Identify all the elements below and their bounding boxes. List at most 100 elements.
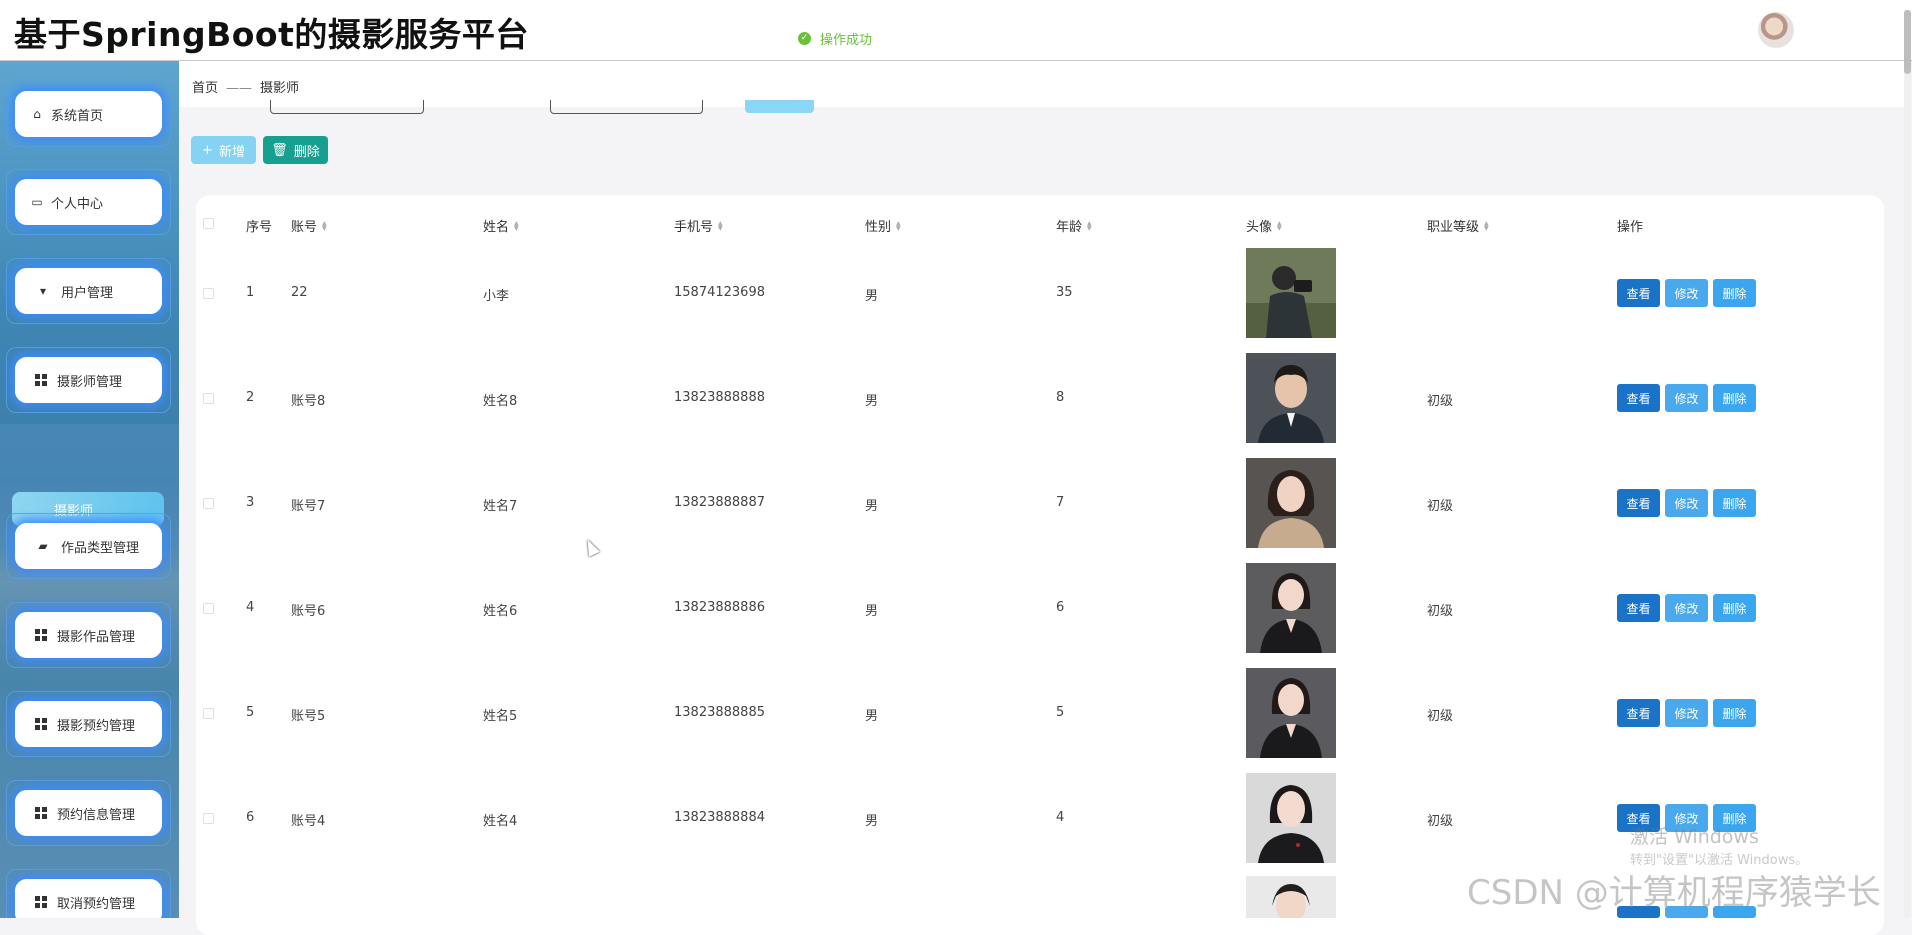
cell-level: 初级 [1427, 604, 1454, 619]
search-input-name[interactable] [550, 100, 703, 114]
grid-icon [35, 629, 47, 641]
edit-button[interactable]: 修改 [1665, 489, 1708, 517]
sort-icon[interactable]: ▲ ▼ [1484, 220, 1489, 231]
column-header-avatar[interactable]: 头像 ▲ ▼ [1246, 216, 1282, 235]
grid-icon [35, 896, 47, 908]
breadcrumb-separator: —— [226, 81, 253, 96]
user-icon: ▾ [39, 284, 47, 298]
row-checkbox[interactable] [203, 288, 214, 299]
home-icon: ⌂ [33, 107, 41, 121]
cell-gender: 男 [865, 814, 879, 829]
sidebar-item-home[interactable]: ⌂ 系统首页 [6, 81, 171, 147]
cell-gender: 男 [865, 289, 879, 304]
windows-activation-watermark: 激活 Windows [1630, 826, 1759, 848]
delete-button[interactable]: 删除 [1713, 489, 1756, 517]
cell-level: 初级 [1427, 499, 1454, 514]
cell-account: 账号4 [291, 814, 326, 829]
profile-icon: ▭ [31, 195, 43, 209]
sort-icon[interactable]: ▲ ▼ [514, 220, 519, 231]
column-header-actions: 操作 [1617, 220, 1644, 235]
cell-account: 账号8 [291, 394, 326, 409]
cell-age: 8 [1056, 390, 1065, 405]
row-checkbox[interactable] [203, 498, 214, 509]
avatar-photo [1246, 563, 1336, 653]
cell-name: 姓名4 [483, 814, 518, 829]
cell-index: 2 [246, 390, 255, 405]
cell-index: 6 [246, 810, 255, 825]
avatar-photo [1246, 458, 1336, 548]
cell-name: 姓名7 [483, 499, 518, 514]
sidebar-item-appointments[interactable]: 摄影预约管理 [6, 691, 171, 757]
select-all-checkbox[interactable] [203, 218, 214, 229]
page-scrollbar[interactable] [1904, 10, 1911, 918]
sidebar-item-photographer-mgmt[interactable]: 摄影师管理 [6, 347, 171, 413]
row-checkbox[interactable] [203, 813, 214, 824]
check-circle-icon: ✓ [798, 32, 811, 45]
folder-icon: ▰ [38, 539, 48, 553]
top-header: 基于SpringBoot的摄影服务平台 ✓ 操作成功 [0, 0, 1912, 61]
edit-button[interactable]: 修改 [1665, 699, 1708, 727]
breadcrumb-current: 摄影师 [260, 81, 300, 96]
sidebar-item-profile[interactable]: ▭ 个人中心 [6, 169, 171, 235]
cell-level: 初级 [1427, 814, 1454, 829]
delete-button[interactable]: 删除 [1713, 384, 1756, 412]
user-avatar[interactable] [1758, 12, 1794, 48]
sidebar-item-cancel-appointments[interactable]: 取消预约管理 [6, 869, 171, 918]
search-input-account[interactable] [270, 100, 424, 114]
sidebar-item-label: 用户管理 [61, 285, 114, 301]
batch-delete-button[interactable]: 🗑 删除 [263, 136, 328, 164]
trash-icon: 🗑 [271, 142, 288, 158]
sidebar-item-works[interactable]: 摄影作品管理 [6, 602, 171, 668]
grid-icon [35, 718, 47, 730]
cell-gender: 男 [865, 604, 879, 619]
app-title: 基于SpringBoot的摄影服务平台 [14, 15, 529, 54]
column-header-name[interactable]: 姓名 ▲ ▼ [483, 216, 519, 235]
view-button[interactable]: 查看 [1617, 594, 1660, 622]
column-header-age[interactable]: 年龄 ▲ ▼ [1056, 216, 1092, 235]
add-button[interactable]: + 新增 [191, 136, 256, 164]
column-header-level[interactable]: 职业等级 ▲ ▼ [1427, 216, 1489, 235]
avatar-photo [1246, 248, 1336, 338]
sidebar-item-label: 摄影师管理 [57, 374, 123, 390]
delete-button[interactable]: 删除 [1713, 279, 1756, 307]
sidebar-item-label: 预约信息管理 [57, 807, 136, 823]
edit-button[interactable]: 修改 [1665, 594, 1708, 622]
sort-icon[interactable]: ▲ ▼ [896, 220, 901, 231]
sort-icon[interactable]: ▲ ▼ [322, 220, 327, 231]
column-header-gender[interactable]: 性别 ▲ ▼ [865, 216, 901, 235]
cell-account: 账号7 [291, 499, 326, 514]
cell-gender: 男 [865, 709, 879, 724]
scrollbar-thumb[interactable] [1904, 10, 1911, 74]
success-toast: ✓ 操作成功 [798, 29, 872, 48]
view-button[interactable]: 查看 [1617, 699, 1660, 727]
row-checkbox[interactable] [203, 603, 214, 614]
cell-index: 1 [246, 285, 255, 300]
sidebar-item-appointment-info[interactable]: 预约信息管理 [6, 780, 171, 846]
delete-button[interactable]: 删除 [1713, 699, 1756, 727]
sort-icon[interactable]: ▲ ▼ [1277, 220, 1282, 231]
cell-level: 初级 [1427, 394, 1454, 409]
cell-name: 姓名5 [483, 709, 518, 724]
view-button[interactable]: 查看 [1617, 279, 1660, 307]
column-header-phone[interactable]: 手机号 ▲ ▼ [674, 216, 723, 235]
row-checkbox[interactable] [203, 708, 214, 719]
view-button[interactable]: 查看 [1617, 384, 1660, 412]
sidebar-item-users[interactable]: ▾ 用户管理 [6, 258, 171, 324]
sort-icon[interactable]: ▲ ▼ [1087, 220, 1092, 231]
sort-icon[interactable]: ▲ ▼ [718, 220, 723, 231]
delete-button[interactable]: 删除 [1713, 594, 1756, 622]
cell-age: 6 [1056, 600, 1065, 615]
view-button[interactable]: 查看 [1617, 489, 1660, 517]
sidebar-item-work-types[interactable]: ▰ 作品类型管理 [6, 513, 171, 579]
cell-age: 4 [1056, 810, 1065, 825]
row-checkbox[interactable] [203, 393, 214, 404]
cell-account: 账号6 [291, 604, 326, 619]
breadcrumb-home[interactable]: 首页 [192, 81, 218, 96]
edit-button[interactable]: 修改 [1665, 384, 1708, 412]
cell-phone: 13823888888 [674, 390, 765, 405]
column-header-account[interactable]: 账号 ▲ ▼ [291, 216, 327, 235]
avatar-photo [1246, 353, 1336, 443]
edit-button[interactable]: 修改 [1665, 279, 1708, 307]
search-button[interactable] [745, 100, 814, 113]
toast-message: 操作成功 [820, 33, 873, 48]
